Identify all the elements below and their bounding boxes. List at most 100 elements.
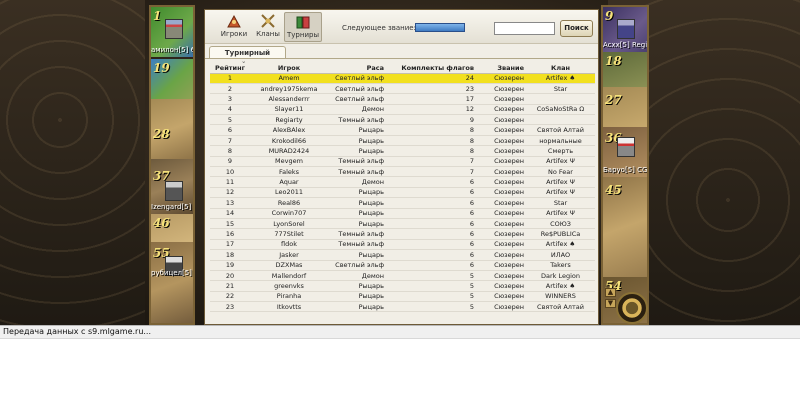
map-strip-right[interactable]: 9 Acxx[5] Regiarty 18 27 36 Баруо[5] CGl… xyxy=(601,5,649,325)
search-input[interactable] xyxy=(494,22,555,35)
column-header-clan[interactable]: Клан xyxy=(526,63,595,74)
clan-cell[interactable]: Artifex ♠ xyxy=(526,280,595,292)
map-tile[interactable]: 9 Acxx[5] Regiarty xyxy=(603,7,647,52)
table-row[interactable]: 1 Amem Светлый эльф 24 Сюзерен Artifex ♠ xyxy=(210,73,595,84)
map-tile[interactable]: 27 xyxy=(603,87,647,127)
clan-cell[interactable]: Artifex ♠ xyxy=(526,73,595,84)
tournaments-icon xyxy=(296,16,310,29)
table-row[interactable]: 4 Slayer11 Демон 12 Сюзерен CoSaNoStRa Ω xyxy=(210,104,595,116)
clan-cell[interactable]: No Fear xyxy=(526,166,595,178)
player-cell[interactable]: andrey1975kema xyxy=(250,83,328,95)
player-cell[interactable]: Alessanderrr xyxy=(250,93,328,105)
player-cell[interactable]: Slayer11 xyxy=(250,104,328,116)
search-button[interactable]: Поиск xyxy=(560,20,593,37)
clan-cell[interactable]: CoSaNoStRa Ω xyxy=(526,104,595,116)
player-cell[interactable]: Aquar xyxy=(250,176,328,188)
clan-cell[interactable]: ИЛАО xyxy=(526,249,595,261)
table-row[interactable]: 16 777Stilet Темный эльф 6 Сюзерен Re$PUBLICa xyxy=(210,228,595,240)
table-row[interactable]: 11 Aquar Демон 6 Сюзерен Artifex Ψ xyxy=(210,176,595,188)
flags-cell: 8 xyxy=(386,135,476,147)
clan-cell[interactable]: нормальные xyxy=(526,135,595,147)
table-row[interactable]: 3 Alessanderrr Светлый эльф 17 Сюзерен xyxy=(210,93,595,105)
map-tile[interactable]: 1 амилон[5] 6ласкер xyxy=(151,7,193,57)
clan-cell[interactable]: WINNERS xyxy=(526,291,595,303)
map-tile[interactable]: 19 xyxy=(151,59,193,99)
column-header-title[interactable]: Звание xyxy=(476,63,526,74)
clan-cell[interactable]: COЮЗ xyxy=(526,218,595,230)
clan-cell[interactable]: Dark Legion xyxy=(526,270,595,282)
table-row[interactable]: 20 Mallendorf Демон 5 Сюзерен Dark Legion xyxy=(210,270,595,282)
player-cell[interactable]: Jasker xyxy=(250,249,328,261)
map-tile[interactable]: 45 xyxy=(603,177,647,277)
map-strip-left[interactable]: 1 амилон[5] 6ласкер 19 28 37 Izengard[5]… xyxy=(149,5,195,325)
map-tile[interactable]: 37 Izengard[5] Always1Alone xyxy=(151,159,193,214)
player-cell[interactable]: 777Stilet xyxy=(250,228,328,240)
map-tile[interactable]: 46 xyxy=(151,214,193,242)
player-cell[interactable]: Regiarty xyxy=(250,114,328,126)
player-cell[interactable]: DZXMas xyxy=(250,260,328,271)
gear-icon[interactable] xyxy=(616,292,648,324)
player-cell[interactable]: greenvks xyxy=(250,280,328,292)
column-header-player[interactable]: Игрок xyxy=(250,63,328,74)
player-cell[interactable]: MURAD2424 xyxy=(250,145,328,157)
table-row[interactable]: 7 Krokodil66 Рыцарь 8 Сюзерен нормальные xyxy=(210,135,595,147)
clan-cell[interactable]: Star xyxy=(526,197,595,209)
table-row[interactable]: 14 Corwin707 Рыцарь 6 Сюзерен Artifex Ψ xyxy=(210,208,595,219)
table-row[interactable]: 10 Faleks Темный эльф 7 Сюзерен No Fear xyxy=(210,166,595,178)
clan-cell[interactable] xyxy=(526,93,595,105)
player-cell[interactable]: Corwin707 xyxy=(250,208,328,219)
clan-cell[interactable]: Смерть xyxy=(526,145,595,157)
table-row[interactable]: 9 Mevgem Темный эльф 7 Сюзерен Artifex Ψ xyxy=(210,156,595,168)
clan-cell[interactable]: Takers xyxy=(526,260,595,271)
player-cell[interactable]: Faleks xyxy=(250,166,328,178)
table-row[interactable]: 8 MURAD2424 Рыцарь 8 Сюзерен Смерть xyxy=(210,145,595,157)
clan-cell[interactable]: Re$PUBLICa xyxy=(526,228,595,240)
clan-cell[interactable]: Artifex Ψ xyxy=(526,156,595,168)
clans-button[interactable]: Кланы xyxy=(249,12,287,42)
tournaments-button[interactable]: Турниры xyxy=(284,12,322,42)
clan-cell[interactable]: Artifex Ψ xyxy=(526,208,595,219)
table-row[interactable]: 15 LyonSorel Рыцарь 6 Сюзерен COЮЗ xyxy=(210,218,595,230)
clan-cell[interactable]: Artifex ♠ xyxy=(526,239,595,251)
table-row[interactable]: 23 Itkovtts Рыцарь 5 Сюзерен Святой Алтай xyxy=(210,301,595,313)
player-cell[interactable]: Real86 xyxy=(250,197,328,209)
clan-cell[interactable]: Star xyxy=(526,83,595,95)
clan-cell[interactable]: Artifex Ψ xyxy=(526,187,595,199)
players-button[interactable]: Игроки xyxy=(215,12,253,42)
table-row[interactable]: 19 DZXMas Светлый эльф 6 Сюзерен Takers xyxy=(210,260,595,271)
map-tile[interactable]: 55 рубицел[5] devaxx xyxy=(151,242,193,323)
table-row[interactable]: 17 fldok Темный эльф 6 Сюзерен Artifex ♠ xyxy=(210,239,595,251)
player-cell[interactable]: Itkovtts xyxy=(250,301,328,313)
table-row[interactable]: 13 Real86 Рыцарь 6 Сюзерен Star xyxy=(210,197,595,209)
map-arrow-up-button[interactable]: ▲ xyxy=(605,288,616,297)
map-tile[interactable]: 36 Баруо[5] CGll xyxy=(603,127,647,177)
player-cell[interactable]: Mallendorf xyxy=(250,270,328,282)
map-arrow-down-button[interactable]: ▼ xyxy=(605,299,616,308)
table-row[interactable]: 6 AlexBAlex Рыцарь 8 Сюзерен Святой Алтай xyxy=(210,124,595,136)
player-cell[interactable]: AlexBAlex xyxy=(250,124,328,136)
flags-cell: 5 xyxy=(386,280,476,292)
column-header-rank[interactable]: Рейтинг xyxy=(210,63,250,74)
table-row[interactable]: 5 Regiarty Темный эльф 9 Сюзерен xyxy=(210,114,595,126)
table-row[interactable]: 2 andrey1975kema Светлый эльф 23 Сюзерен Star xyxy=(210,83,595,95)
player-cell[interactable]: Leo2011 xyxy=(250,187,328,199)
clan-cell[interactable]: Artifex Ψ xyxy=(526,176,595,188)
player-cell[interactable]: Piranha xyxy=(250,291,328,303)
map-tile[interactable]: 18 xyxy=(603,52,647,87)
table-row[interactable]: 21 greenvks Рыцарь 5 Сюзерен Artifex ♠ xyxy=(210,280,595,292)
column-header-race[interactable]: Раса xyxy=(328,63,386,74)
table-row[interactable]: 12 Leo2011 Рыцарь 6 Сюзерен Artifex Ψ xyxy=(210,187,595,199)
clan-cell[interactable]: Святой Алтай xyxy=(526,301,595,313)
player-cell[interactable]: Amem xyxy=(250,73,328,84)
clan-cell[interactable] xyxy=(526,114,595,126)
column-header-flags[interactable]: Комплекты флагов xyxy=(386,63,476,74)
player-cell[interactable]: Mevgem xyxy=(250,156,328,168)
table-row[interactable]: 22 Piranha Рыцарь 5 Сюзерен WINNERS xyxy=(210,291,595,303)
player-cell[interactable]: fldok xyxy=(250,239,328,251)
table-row[interactable]: 18 Jasker Рыцарь 6 Сюзерен ИЛАО xyxy=(210,249,595,261)
title-cell: Сюзерен xyxy=(476,73,526,84)
clan-cell[interactable]: Святой Алтай xyxy=(526,124,595,136)
player-cell[interactable]: LyonSorel xyxy=(250,218,328,230)
player-cell[interactable]: Krokodil66 xyxy=(250,135,328,147)
map-tile[interactable]: 28 xyxy=(151,99,193,159)
